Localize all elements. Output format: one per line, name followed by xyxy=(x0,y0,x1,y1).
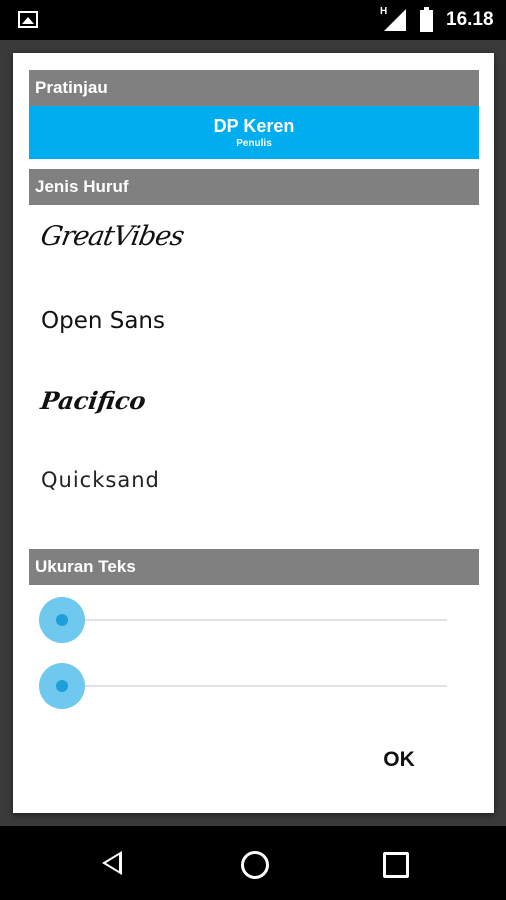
font-settings-dialog: Pratinjau DP Keren Penulis Jenis Huruf G… xyxy=(13,53,494,813)
text-size-header: Ukuran Teks xyxy=(29,549,479,585)
font-option-quicksand[interactable]: Quicksand xyxy=(41,468,160,492)
font-option-open-sans[interactable]: Open Sans xyxy=(41,308,165,334)
recents-icon[interactable] xyxy=(383,852,409,878)
slider-track[interactable] xyxy=(61,619,447,621)
home-icon[interactable] xyxy=(241,851,269,879)
text-size-slider-1[interactable] xyxy=(39,597,447,643)
status-bar: H 16.18 xyxy=(0,0,506,40)
slider-track[interactable] xyxy=(61,685,447,687)
battery-icon xyxy=(420,7,433,32)
status-time: 16.18 xyxy=(446,9,494,30)
preview-subtitle: Penulis xyxy=(236,138,272,149)
text-size-slider-2[interactable] xyxy=(39,663,447,709)
back-icon[interactable] xyxy=(102,851,122,875)
preview-header: Pratinjau xyxy=(29,70,479,106)
preview-title: DP Keren xyxy=(213,116,295,136)
navigation-bar xyxy=(0,826,506,900)
font-option-greatvibes[interactable]: GreatVibes xyxy=(38,221,186,252)
font-type-header: Jenis Huruf xyxy=(29,169,479,205)
slider-thumb[interactable] xyxy=(56,680,68,692)
slider-thumb[interactable] xyxy=(56,614,68,626)
preview-box: DP Keren Penulis xyxy=(29,106,479,159)
ok-button[interactable]: OK xyxy=(369,743,429,777)
image-icon xyxy=(18,11,38,28)
signal-icon xyxy=(384,9,406,31)
font-option-pacifico[interactable]: Pacifico xyxy=(39,386,148,415)
